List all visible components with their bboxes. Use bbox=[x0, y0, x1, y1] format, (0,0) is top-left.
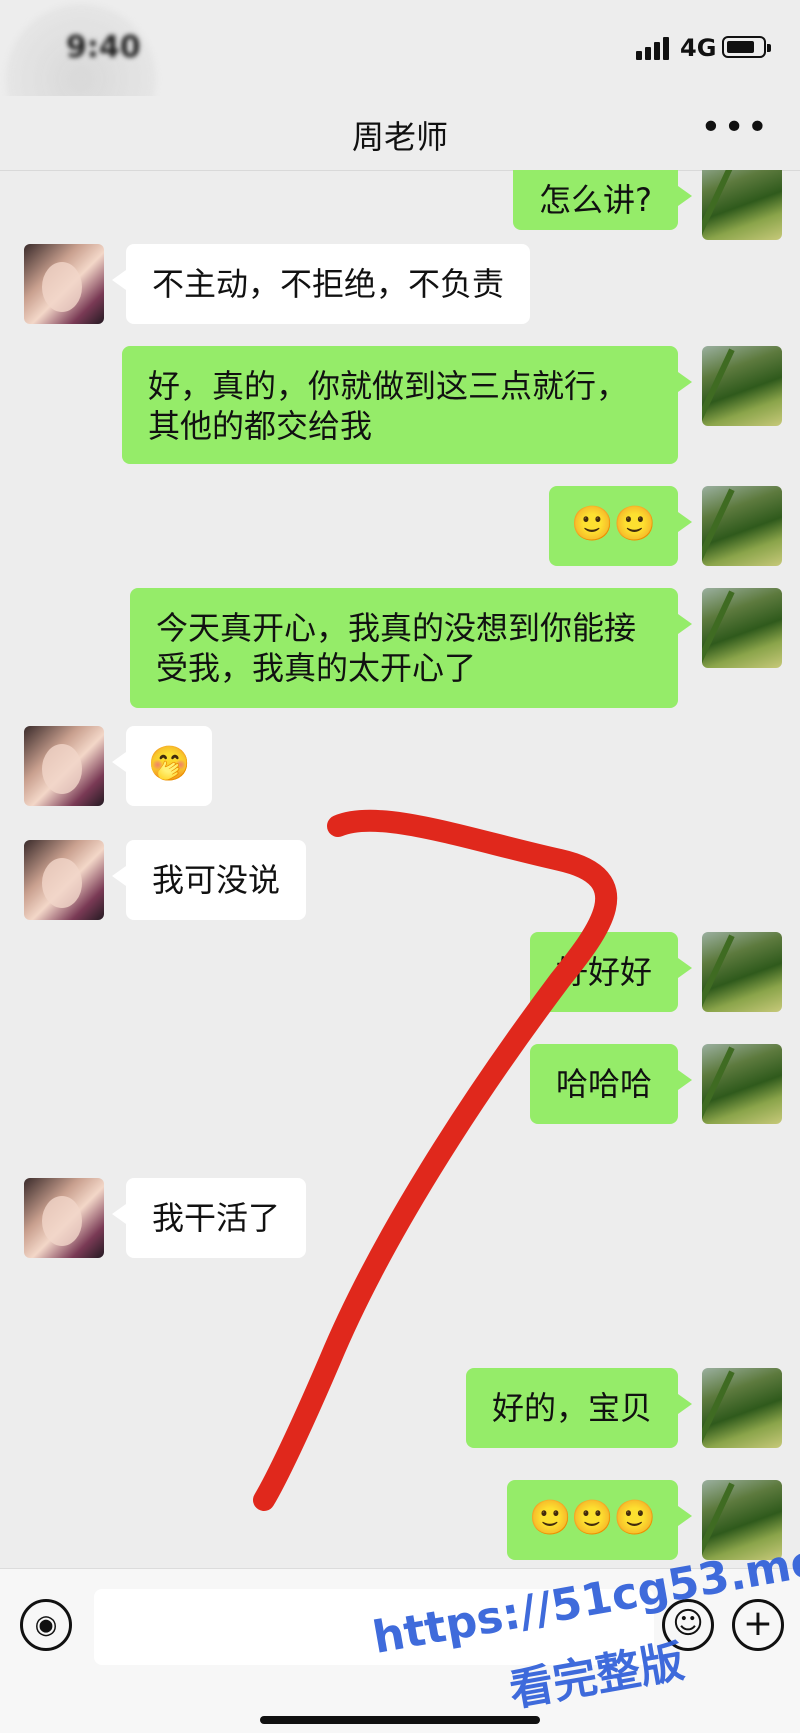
message-row: 哈哈哈 bbox=[0, 1044, 800, 1124]
status-bar: 9:40 4G bbox=[0, 0, 800, 154]
message-text: 好好好 bbox=[555, 953, 652, 991]
my-avatar[interactable] bbox=[702, 170, 782, 240]
message-text: 我干活了 bbox=[152, 1199, 281, 1237]
message-text: 今天真开心，我真的没想到你能接受我，我真的太开心了 bbox=[156, 609, 637, 687]
message-row: 好的，宝贝 bbox=[0, 1368, 800, 1448]
message-bubble[interactable]: 好，真的，你就做到这三点就行，其他的都交给我 bbox=[122, 346, 692, 464]
message-row: 我可没说 bbox=[0, 840, 800, 920]
message-text: 怎么讲? bbox=[539, 181, 652, 219]
emoji-text: 🤭 bbox=[148, 744, 191, 784]
message-bubble[interactable]: 哈哈哈 bbox=[529, 1044, 693, 1124]
message-bubble[interactable]: 我干活了 bbox=[111, 1178, 307, 1258]
network-type: 4G bbox=[680, 34, 717, 62]
more-icon[interactable]: ••• bbox=[700, 110, 770, 146]
status-time: 9:40 bbox=[66, 30, 141, 65]
message-row: 🙂🙂🙂 bbox=[0, 1480, 800, 1560]
message-text: 哈哈哈 bbox=[555, 1065, 652, 1103]
message-row: 今天真开心，我真的没想到你能接受我，我真的太开心了 bbox=[0, 588, 800, 708]
message-bubble[interactable]: 🙂🙂 bbox=[549, 486, 692, 566]
my-avatar[interactable] bbox=[702, 1368, 782, 1448]
battery-icon bbox=[722, 36, 771, 58]
message-row: 好，真的，你就做到这三点就行，其他的都交给我 bbox=[0, 346, 800, 464]
my-avatar[interactable] bbox=[702, 588, 782, 668]
voice-icon[interactable]: ◉ bbox=[20, 1599, 72, 1651]
message-text: 我可没说 bbox=[152, 861, 281, 899]
my-avatar[interactable] bbox=[702, 486, 782, 566]
signal-icon bbox=[636, 36, 676, 60]
contact-avatar[interactable] bbox=[24, 244, 104, 324]
message-bubble[interactable]: 今天真开心，我真的没想到你能接受我，我真的太开心了 bbox=[130, 588, 692, 708]
emoji-text: 🙂🙂 bbox=[571, 504, 656, 544]
message-bubble[interactable]: 🤭 bbox=[111, 726, 213, 806]
chat-title: 周老师 bbox=[351, 118, 448, 156]
emoji-text: 🙂🙂🙂 bbox=[528, 1498, 656, 1538]
message-bubble[interactable]: 好的，宝贝 bbox=[465, 1368, 693, 1448]
my-avatar[interactable] bbox=[702, 346, 782, 426]
contact-avatar[interactable] bbox=[24, 726, 104, 806]
message-text: 好的，宝贝 bbox=[491, 1389, 652, 1427]
home-indicator bbox=[260, 1716, 540, 1724]
message-bubble[interactable]: 我可没说 bbox=[111, 840, 307, 920]
message-row: 我干活了 bbox=[0, 1178, 800, 1258]
my-avatar[interactable] bbox=[702, 932, 782, 1012]
message-bubble[interactable]: 🙂🙂🙂 bbox=[506, 1480, 693, 1560]
contact-avatar[interactable] bbox=[24, 1178, 104, 1258]
chat-list[interactable]: 怎么讲? 不主动，不拒绝，不负责 好，真的，你就做到这三点就行，其他的都交给我 … bbox=[0, 170, 800, 1568]
message-row: 🤭 bbox=[0, 726, 800, 806]
my-avatar[interactable] bbox=[702, 1044, 782, 1124]
message-bubble[interactable]: 怎么讲? bbox=[513, 170, 692, 230]
message-row: 怎么讲? bbox=[0, 170, 800, 240]
message-row: 不主动，不拒绝，不负责 bbox=[0, 244, 800, 326]
contact-avatar[interactable] bbox=[24, 840, 104, 920]
chat-header: 周老师 ••• bbox=[0, 96, 800, 171]
message-bubble[interactable]: 不主动，不拒绝，不负责 bbox=[111, 244, 531, 324]
message-row: 好好好 bbox=[0, 932, 800, 1012]
plus-icon[interactable]: + bbox=[732, 1599, 784, 1651]
message-text: 好，真的，你就做到这三点就行，其他的都交给我 bbox=[148, 367, 629, 445]
message-row: 🙂🙂 bbox=[0, 486, 800, 566]
message-bubble[interactable]: 好好好 bbox=[529, 932, 693, 1012]
message-text: 不主动，不拒绝，不负责 bbox=[152, 265, 505, 303]
